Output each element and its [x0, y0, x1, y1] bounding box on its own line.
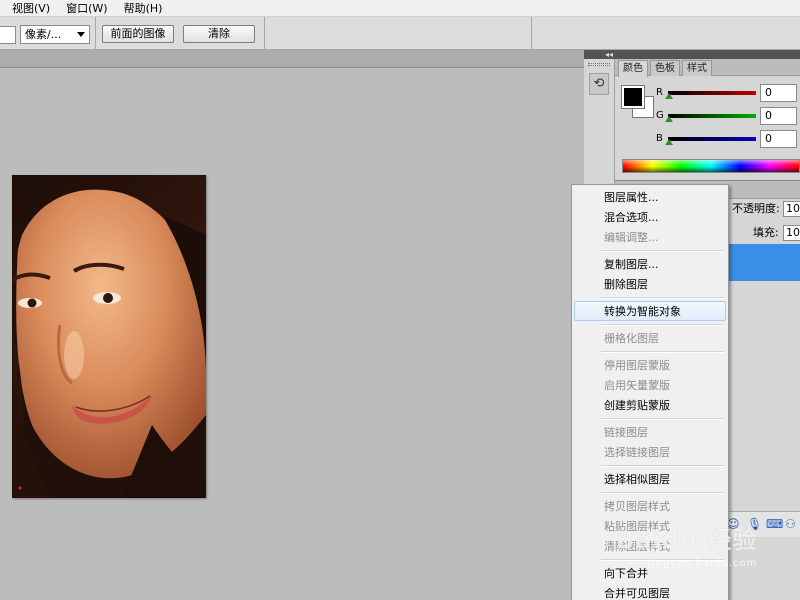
menu-item-link-layers[interactable]: 链接图层 — [574, 422, 726, 442]
menu-item-merge-visible[interactable]: 合并可见图层 — [574, 583, 726, 600]
toolbar-divider — [531, 17, 532, 50]
menu-item-enable-vector-mask[interactable]: 启用矢量蒙版 — [574, 375, 726, 395]
red-slider-row: R 0 — [655, 84, 800, 104]
fill-label: 填充: — [753, 226, 779, 239]
value-input[interactable] — [0, 26, 16, 44]
menu-item-duplicate-layer[interactable]: 复制图层... — [574, 254, 726, 274]
menu-view[interactable]: 视图(V) — [4, 0, 58, 17]
menu-item-delete-layer[interactable]: 删除图层 — [574, 274, 726, 294]
menu-item-select-similar-layers[interactable]: 选择相似图层 — [574, 469, 726, 489]
menu-item-copy-layer-style[interactable]: 拷贝图层样式 — [574, 496, 726, 516]
tab-color[interactable]: 颜色 — [618, 60, 648, 77]
people-icon[interactable]: ⚇ — [785, 517, 796, 531]
blue-slider-row: B 0 — [655, 130, 800, 150]
red-label: R — [656, 87, 663, 98]
menu-separator — [574, 462, 726, 469]
panel-dock-header — [584, 50, 800, 59]
menu-item-rasterize-layer[interactable]: 栅格化图层 — [574, 328, 726, 348]
opacity-label: 不透明度: — [732, 202, 780, 215]
red-value-input[interactable]: 0 — [760, 84, 797, 102]
menu-separator — [574, 294, 726, 301]
panel-grip[interactable] — [588, 63, 610, 66]
document-tab-bar — [0, 50, 584, 68]
clear-button[interactable]: 清除 — [183, 25, 255, 43]
menu-item-merge-down[interactable]: 向下合并 — [574, 563, 726, 583]
green-slider-thumb[interactable] — [665, 116, 673, 122]
collapse-panels-icon[interactable]: ◂◂ — [605, 50, 613, 59]
menu-item-create-clipping-mask[interactable]: 创建剪贴蒙版 — [574, 395, 726, 415]
blue-label: B — [656, 133, 663, 144]
blue-value-input[interactable]: 0 — [760, 130, 797, 148]
history-icon[interactable]: ⟲ — [589, 73, 609, 95]
layer-context-menu: 图层属性... 混合选项... 编辑调整... 复制图层... 删除图层 转换为… — [571, 184, 729, 600]
portrait-photo[interactable] — [12, 175, 206, 498]
color-spectrum-bar[interactable] — [622, 159, 800, 173]
green-value-input[interactable]: 0 — [760, 107, 797, 125]
menu-item-paste-layer-style[interactable]: 粘贴图层样式 — [574, 516, 726, 536]
resolution-unit-value: 像素/... — [25, 28, 62, 41]
resolution-unit-select[interactable]: 像素/... — [20, 25, 90, 44]
red-slider-thumb[interactable] — [665, 93, 673, 99]
opacity-input[interactable]: 100% — [783, 201, 800, 217]
menu-separator — [574, 321, 726, 328]
tab-swatches[interactable]: 色板 — [650, 60, 680, 76]
menu-item-edit-adjustment[interactable]: 编辑调整... — [574, 227, 726, 247]
microphone-icon[interactable]: 🎙 — [747, 517, 762, 531]
front-image-button[interactable]: 前面的图像 — [102, 25, 174, 43]
tab-styles[interactable]: 样式 — [682, 60, 712, 76]
green-slider-row: G 0 — [655, 107, 800, 127]
menu-item-layer-properties[interactable]: 图层属性... — [574, 187, 726, 207]
menu-bar: 视图(V) 窗口(W) 帮助(H) — [0, 0, 800, 17]
menu-item-convert-to-smart-object[interactable]: 转换为智能对象 — [574, 301, 726, 321]
menu-window[interactable]: 窗口(W) — [58, 0, 115, 17]
green-label: G — [656, 110, 664, 121]
chevron-down-icon — [77, 32, 85, 37]
menu-help[interactable]: 帮助(H) — [116, 0, 171, 17]
green-slider-track[interactable] — [668, 114, 756, 118]
keyboard-icon[interactable]: ⌨ — [766, 517, 783, 531]
foreground-color-swatch[interactable] — [621, 85, 645, 109]
menu-item-select-linked-layers[interactable]: 选择链接图层 — [574, 442, 726, 462]
menu-item-blending-options[interactable]: 混合选项... — [574, 207, 726, 227]
fill-input[interactable]: 100% — [783, 225, 800, 241]
menu-separator — [574, 556, 726, 563]
menu-separator — [574, 247, 726, 254]
toolbar-divider — [264, 17, 265, 50]
menu-separator — [574, 348, 726, 355]
color-panel: 颜色 色板 样式 R 0 G 0 B 0 — [615, 59, 800, 181]
menu-separator — [574, 489, 726, 496]
blue-slider-track[interactable] — [668, 137, 756, 141]
blue-slider-thumb[interactable] — [665, 139, 673, 145]
menu-item-clear-layer-style[interactable]: 清除图层样式 — [574, 536, 726, 556]
red-slider-track[interactable] — [668, 91, 756, 95]
toolbar-divider — [95, 17, 96, 50]
menu-item-disable-layer-mask[interactable]: 停用图层蒙版 — [574, 355, 726, 375]
color-panel-tabs: 颜色 色板 样式 — [615, 59, 800, 77]
options-bar: 像素/... 前面的图像 清除 — [0, 17, 800, 50]
menu-separator — [574, 415, 726, 422]
